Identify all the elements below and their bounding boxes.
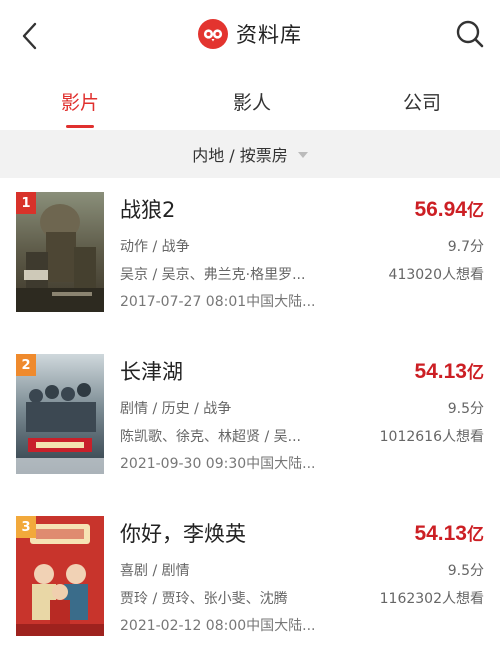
movie-title: 战狼2	[120, 198, 176, 222]
movie-title: 你好，李焕英	[120, 522, 246, 546]
filter-label: 内地 / 按票房	[192, 146, 288, 165]
rank-badge: 1	[16, 192, 36, 214]
movie-title: 长津湖	[120, 360, 183, 384]
movie-cast: 吴京 / 吴京、弗兰克·格里罗...	[120, 267, 306, 283]
movie-cast: 贾玲 / 贾玲、张小斐、沈腾	[120, 591, 288, 607]
release-info: 2017-07-27 08:01中国大陆...	[120, 294, 316, 310]
rank-badge: 3	[16, 516, 36, 538]
movie-genre: 剧情 / 历史 / 战争	[120, 401, 232, 417]
tab-movies[interactable]: 影片	[0, 72, 160, 130]
tab-label: 公司	[402, 92, 441, 114]
movie-score: 9.5分	[447, 401, 484, 417]
box-office-value: 56.94	[414, 198, 467, 221]
want-to-watch-count: 413020人想看	[388, 267, 484, 283]
tab-companies[interactable]: 公司	[344, 72, 500, 130]
movie-poster: 1	[16, 192, 104, 312]
box-office-unit: 亿	[467, 525, 484, 544]
release-info: 2021-09-30 09:30中国大陆...	[120, 456, 316, 472]
box-office: 54.13亿	[414, 520, 484, 546]
tab-people[interactable]: 影人	[160, 72, 344, 130]
page-title: 资料库	[236, 23, 302, 47]
movie-score: 9.5分	[447, 563, 484, 579]
movie-list-item[interactable]: 1 战狼2 56.94亿 动作 / 战争 9.7分 吴京 / 吴京、弗兰克·格里…	[0, 188, 500, 350]
want-to-watch-count: 1162302人想看	[379, 591, 484, 607]
caret-down-icon	[297, 152, 308, 158]
category-tabs: 影片 影人 公司	[0, 72, 500, 130]
box-office: 54.13亿	[414, 358, 484, 384]
want-to-watch-count: 1012616人想看	[379, 429, 484, 445]
top-bar: 资料库	[0, 0, 500, 72]
title-group: 资料库	[0, 14, 500, 54]
movie-poster: 2	[16, 354, 104, 474]
movie-score: 9.7分	[447, 239, 484, 255]
tab-label: 影人	[232, 92, 271, 114]
box-office: 56.94亿	[414, 196, 484, 222]
movie-list: 1 战狼2 56.94亿 动作 / 战争 9.7分 吴京 / 吴京、弗兰克·格里…	[0, 188, 500, 660]
box-office-value: 54.13	[414, 522, 467, 545]
active-tab-indicator	[66, 125, 94, 128]
movie-poster: 3	[16, 516, 104, 636]
rank-badge: 2	[16, 354, 36, 376]
movie-cast: 陈凯歌、徐克、林超贤 / 吴...	[120, 429, 301, 445]
movie-genre: 喜剧 / 剧情	[120, 563, 190, 579]
movie-list-item[interactable]: 3 你好，李焕英 54.13亿 喜剧 / 剧情 9.5分 贾玲 / 贾玲、张小斐…	[0, 512, 500, 660]
movie-genre: 动作 / 战争	[120, 239, 190, 255]
filter-dropdown[interactable]: 内地 / 按票房	[0, 130, 500, 178]
release-info: 2021-02-12 08:00中国大陆...	[120, 618, 316, 634]
tab-label: 影片	[60, 92, 99, 114]
owl-logo-icon	[198, 19, 228, 49]
box-office-unit: 亿	[467, 201, 484, 220]
box-office-unit: 亿	[467, 363, 484, 382]
search-button[interactable]	[452, 16, 488, 52]
movie-list-item[interactable]: 2 长津湖 54.13亿 剧情 / 历史 / 战争 9.5分 陈凯歌、徐克、林超…	[0, 350, 500, 512]
box-office-value: 54.13	[414, 360, 467, 383]
search-icon	[456, 20, 484, 48]
